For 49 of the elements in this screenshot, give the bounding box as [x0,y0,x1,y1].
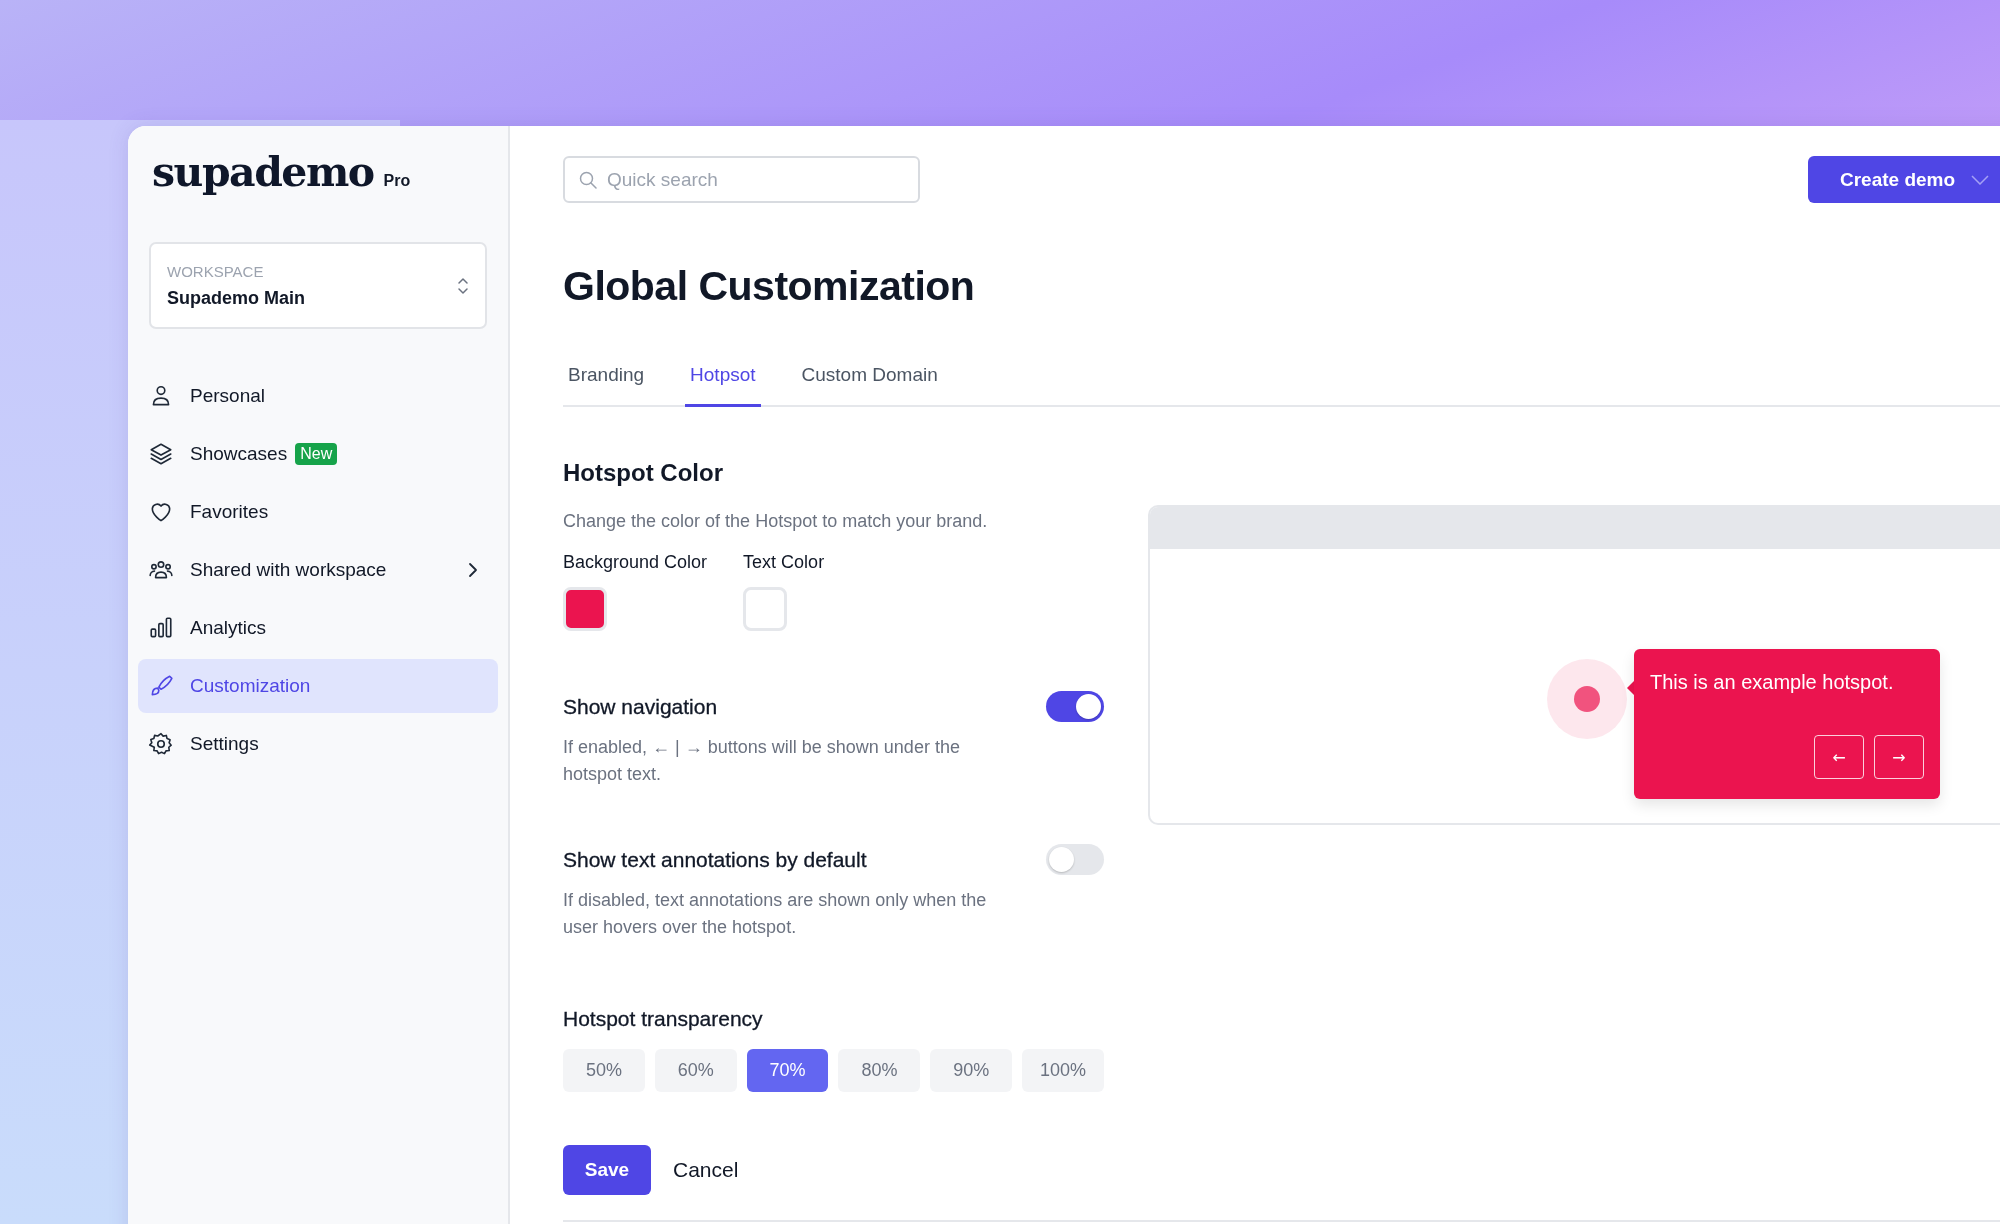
nav-item[interactable]: Personal [138,369,498,423]
page-title: Global Customization [563,263,976,310]
cancel-button[interactable]: Cancel [663,1158,749,1182]
create-demo-button[interactable]: Create demo [1808,156,2000,203]
plan-label: Pro [383,172,411,190]
tooltip-nav-button[interactable]: → [1874,735,1924,779]
chevron-right-icon [468,562,478,578]
up-down-chevron-icon [457,275,469,296]
transparency-option[interactable]: 80% [838,1049,921,1092]
save-button[interactable]: Save [563,1145,651,1195]
transparency-option[interactable]: 50% [563,1049,645,1092]
logo: supademo [152,148,374,196]
color-swatch[interactable] [563,587,607,631]
tab[interactable]: Custom Domain [796,350,943,407]
nav-item[interactable]: Shared with workspace [138,543,498,597]
nav-item[interactable]: Customization [138,659,498,713]
nav-item[interactable]: Analytics [138,601,498,655]
transparency-option[interactable]: 100% [1022,1049,1104,1092]
settings-icon [148,731,174,757]
setting-label: Show navigation [563,694,718,719]
color-label: Background Color [563,552,708,573]
tooltip-text: This is an example hotspot. [1650,671,1895,694]
setting-description: If disabled, text annotations are shown only when the user hovers over the hotspot. [563,889,988,939]
new-badge: New [295,443,338,465]
color-label: Text Color [743,552,825,573]
nav-item[interactable]: Favorites [138,485,498,539]
layers-icon [148,441,174,467]
transparency-option[interactable]: 60% [654,1049,737,1092]
section-description: Change the color of the Hotspot to match your brand. [563,511,989,532]
color-swatch[interactable] [743,587,788,631]
search-field[interactable]: Quick search [563,156,920,203]
nav-item[interactable]: Showcases New [138,427,498,481]
transparency-option[interactable]: 70% [746,1049,829,1092]
setting-description: If enabled, ← | → buttons will be shown under the hotspot text. [563,736,961,786]
setting-label: Hotspot transparency [563,1007,764,1031]
workspace-name: Supademo Main [167,287,305,309]
tab[interactable]: Branding [563,350,650,407]
setting-label: Show text annotations by default [563,847,867,872]
chevron-down-icon [1971,174,1990,185]
nav-item[interactable]: Settings [138,717,498,771]
search-icon [579,171,597,189]
toggle-switch[interactable] [1046,844,1104,875]
workspace-label: WORKSPACE [167,262,265,280]
tooltip-nav-button[interactable]: ← [1814,735,1864,779]
workspace-selector[interactable]: WORKSPACE Supademo Main [149,242,487,329]
transparency-option[interactable]: 90% [930,1049,1013,1092]
section-heading: Hotspot Color [563,459,724,487]
toggle-switch[interactable] [1046,691,1104,722]
tab[interactable]: Hotpsot [685,350,761,407]
